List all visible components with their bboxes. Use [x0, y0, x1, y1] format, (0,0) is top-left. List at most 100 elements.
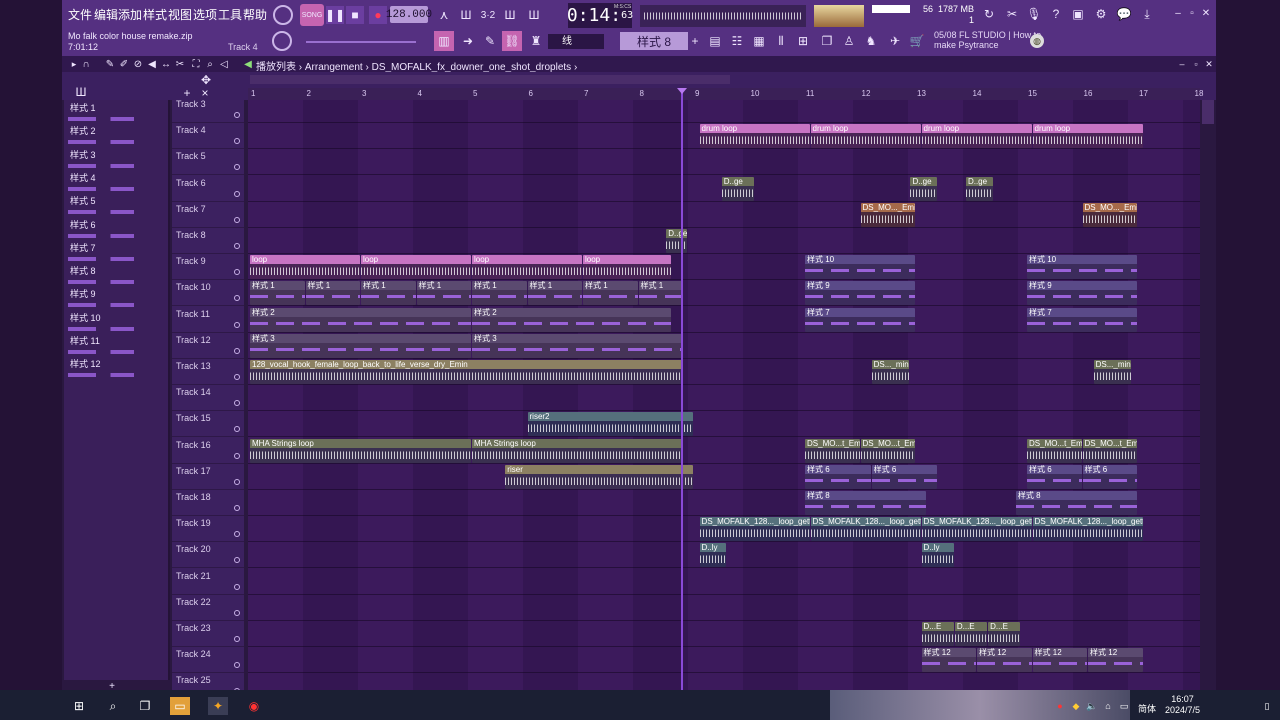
playlist-clip[interactable]: riser2: [527, 412, 693, 437]
track-mute-icon[interactable]: [234, 112, 240, 118]
playlist-clip[interactable]: D..ge: [965, 176, 993, 201]
track-mute-icon[interactable]: [234, 478, 240, 485]
slice-tool-icon[interactable]: ✂: [174, 58, 186, 70]
stamp-icon[interactable]: ♜: [526, 31, 546, 51]
draw-tool-icon[interactable]: ✎: [104, 58, 116, 70]
one-shot-clip[interactable]: [777, 234, 786, 248]
ime-icon[interactable]: ▭: [1118, 700, 1130, 712]
one-shot-clip[interactable]: [716, 313, 725, 327]
channel-settings-icon[interactable]: ⊞: [794, 31, 812, 51]
playlist-clip[interactable]: 128_vocal_hook_female_loop_back_to_life_…: [250, 360, 682, 384]
search-icon[interactable]: ⌕: [104, 697, 122, 715]
select-tool-icon[interactable]: ⛶: [190, 58, 202, 70]
playlist-grid[interactable]: drum loop drum loop drum loop drum loop D..g…: [248, 100, 1200, 700]
track-mute-icon[interactable]: [234, 138, 240, 145]
pattern-item[interactable]: 样式 12: [66, 357, 162, 379]
playlist-clip[interactable]: 样式 2: [250, 307, 471, 332]
notification-icon[interactable]: ▯: [1262, 700, 1272, 712]
menu-patterns[interactable]: 样式: [143, 6, 167, 23]
task-view-icon[interactable]: ❐: [136, 697, 154, 715]
pattern-item[interactable]: 样式 6: [66, 218, 162, 240]
track-header[interactable]: Track 4: [172, 123, 244, 150]
master-pitch-slider[interactable]: [306, 41, 416, 43]
playlist-icon[interactable]: ▤: [706, 31, 724, 51]
playlist-clip[interactable]: 样式 12: [921, 648, 977, 673]
playlist-clip[interactable]: 样式 3: [250, 333, 471, 358]
track-mute-icon[interactable]: [234, 347, 240, 354]
magnet-icon[interactable]: ∩: [80, 58, 92, 70]
playlist-clip[interactable]: 样式 1: [361, 281, 416, 306]
menu-edit[interactable]: 编辑: [94, 6, 118, 23]
track-mute-icon[interactable]: [234, 321, 240, 328]
tempo-display[interactable]: 128.000: [386, 6, 432, 23]
playlist-clip[interactable]: loop: [250, 255, 360, 280]
playlist-maximize-button[interactable]: ▫: [1190, 58, 1202, 70]
track-mute-icon[interactable]: [234, 164, 240, 171]
playlist-clip[interactable]: D..ly: [699, 543, 727, 568]
playlist-clip[interactable]: 样式 1: [416, 281, 471, 306]
one-shot-clip[interactable]: [744, 339, 753, 353]
brush-icon[interactable]: ✎: [480, 31, 500, 51]
playlist-clip[interactable]: 样式 6: [871, 464, 938, 489]
pattern-item[interactable]: 样式 9: [66, 287, 162, 309]
track-mute-icon[interactable]: [234, 243, 240, 249]
restore-button[interactable]: ▫: [1186, 6, 1198, 20]
stop-button[interactable]: ■: [346, 6, 364, 24]
playlist-clip[interactable]: riser: [505, 464, 693, 489]
track-mute-icon[interactable]: [234, 583, 240, 590]
one-shot-clip[interactable]: [777, 470, 786, 484]
pattern-item[interactable]: 样式 10: [66, 311, 162, 333]
track-header[interactable]: Track 10: [172, 280, 244, 307]
track-mute-icon[interactable]: [234, 452, 240, 459]
playlist-clip[interactable]: 样式 1: [250, 281, 305, 306]
browser-icon[interactable]: ❐: [818, 31, 836, 51]
track-header[interactable]: Track 21: [172, 569, 244, 595]
one-shot-clip[interactable]: [700, 391, 709, 405]
link-icon[interactable]: ⛓: [502, 31, 522, 51]
track-header[interactable]: Track 8: [172, 228, 244, 254]
playlist-clip[interactable]: drum loop: [1032, 124, 1143, 149]
one-shot-clip[interactable]: [1016, 417, 1025, 431]
master-volume-knob[interactable]: [273, 5, 293, 25]
horizontal-scrollbar[interactable]: [250, 75, 730, 84]
menu-options[interactable]: 选项: [193, 6, 217, 23]
network-icon[interactable]: ⌂: [1102, 700, 1114, 712]
track-mute-icon[interactable]: [234, 400, 240, 407]
plugin-icon[interactable]: ⚙: [1092, 5, 1110, 23]
file-explorer-icon[interactable]: ▭: [170, 697, 190, 715]
playlist-clip[interactable]: DS_MO..._Emin: [860, 202, 915, 227]
playlist-close-button[interactable]: ✕: [1203, 58, 1215, 70]
one-shot-clip[interactable]: [772, 313, 781, 327]
playlist-clip[interactable]: DS_MOFALK_128..._loop_gettem: [810, 517, 921, 542]
volume-icon[interactable]: 🔈: [1086, 700, 1098, 712]
vertical-scrollbar[interactable]: [1202, 100, 1214, 124]
one-shot-clip[interactable]: [694, 182, 703, 196]
news-panel[interactable]: 05/08 FL STUDIO | How to make Psytrance: [934, 30, 1044, 50]
playlist-clip[interactable]: DS_MO...t_Emin: [1027, 438, 1082, 463]
track-header[interactable]: Track 18: [172, 490, 244, 516]
one-shot-clip[interactable]: [697, 208, 706, 222]
pattern-item[interactable]: 样式 1: [66, 101, 162, 123]
playlist-clip[interactable]: DS_MO...t_Emin: [1082, 438, 1137, 463]
playlist-clip[interactable]: loop: [583, 255, 671, 280]
track-header[interactable]: Track 3: [172, 97, 244, 123]
playlist-minimize-button[interactable]: –: [1176, 58, 1188, 70]
track-mute-icon[interactable]: [234, 531, 240, 538]
one-shot-clip[interactable]: [922, 391, 931, 405]
track-header[interactable]: Track 5: [172, 149, 244, 176]
playlist-clip[interactable]: 样式 6: [1082, 464, 1137, 489]
record-button[interactable]: ●: [369, 6, 387, 24]
pattern-item[interactable]: 样式 8: [66, 264, 162, 286]
playlist-clip[interactable]: DS_MO...t_Emin: [805, 438, 860, 463]
playlist-clip[interactable]: D..ly: [921, 543, 954, 568]
playlist-clip[interactable]: DS_MOFALK_128..._loop_gettem: [699, 517, 810, 542]
playlist-clip[interactable]: 样式 1: [472, 281, 527, 306]
plugin-database-icon[interactable]: ♙: [840, 31, 858, 51]
playlist-clip[interactable]: 样式 12: [977, 648, 1032, 673]
one-shot-clip[interactable]: [755, 391, 764, 405]
globe-icon[interactable]: ◍: [1030, 34, 1044, 48]
one-shot-clip[interactable]: [750, 182, 759, 196]
download-icon[interactable]: ⤓: [1138, 5, 1156, 23]
mixer-link-icon[interactable]: ✂: [1003, 5, 1021, 23]
pitch-knob[interactable]: [272, 31, 292, 51]
